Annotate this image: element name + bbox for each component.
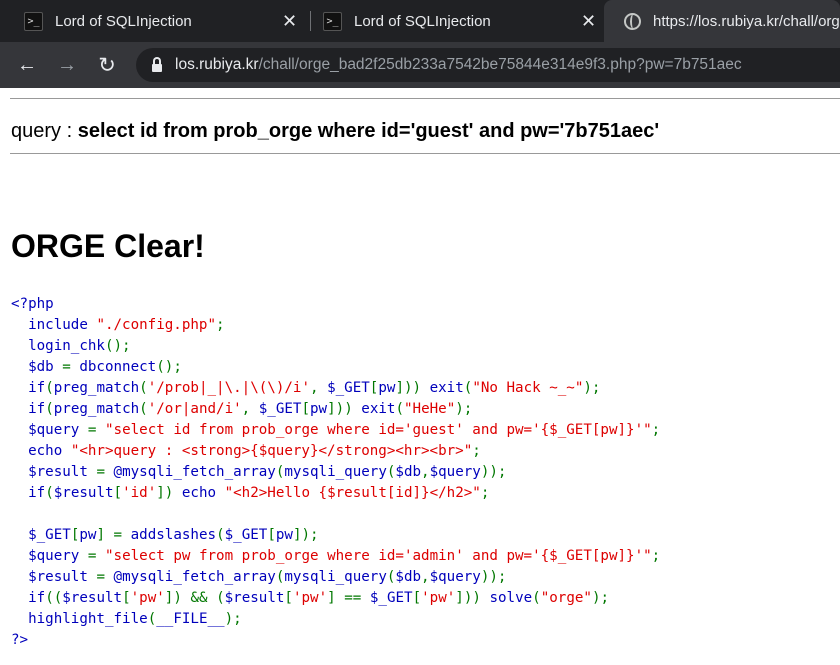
source-line: highlight_file(__FILE__); [28, 611, 242, 627]
tab-3-active[interactable]: https://los.rubiya.kr/chall/orge_bad2f25… [604, 0, 840, 42]
close-icon[interactable]: ✕ [282, 11, 297, 32]
php-close-tag: ?> [11, 632, 29, 648]
source-line: $db = dbconnect(); [28, 359, 182, 375]
clear-heading: ORGE Clear! [11, 228, 205, 264]
terminal-icon: >_ [24, 11, 43, 31]
tab-title: Lord of SQLInjection [55, 12, 192, 30]
terminal-icon: >_ [323, 11, 342, 31]
tab-2[interactable]: >_ Lord of SQLInjection ✕ [323, 0, 603, 42]
source-line: $result = @mysqli_fetch_array(mysqli_que… [28, 464, 507, 480]
browser-toolbar: ← → ↻ los.rubiya.kr/chall/orge_bad2f25db… [0, 42, 840, 88]
query-text: select id from prob_orge where id='guest… [77, 120, 660, 142]
lock-icon[interactable] [152, 57, 162, 72]
globe-icon [624, 12, 641, 30]
tab-title: https://los.rubiya.kr/chall/orge_bad2f25… [653, 12, 840, 30]
forward-arrow-icon[interactable]: → [52, 50, 82, 80]
source-line: $_GET[pw] = addslashes($_GET[pw]); [28, 527, 319, 543]
back-arrow-icon[interactable]: ← [12, 50, 42, 80]
close-icon[interactable]: ✕ [581, 11, 596, 32]
tab-1[interactable]: >_ Lord of SQLInjection ✕ [24, 0, 304, 42]
divider [10, 98, 840, 99]
php-source: <?php include "./config.php"; login_chk(… [11, 294, 660, 651]
tab-separator [310, 11, 311, 31]
source-line: echo "<hr>query : <strong>{$query}</stro… [28, 443, 481, 459]
source-line: login_chk(); [28, 338, 131, 354]
query-line: query : select id from prob_orge where i… [11, 120, 659, 143]
source-line: $result = @mysqli_fetch_array(mysqli_que… [28, 569, 507, 585]
query-label: query : [11, 120, 78, 142]
source-line: if(($result['pw']) && ($result['pw'] == … [28, 590, 610, 606]
source-line: $query = "select id from prob_orge where… [28, 422, 661, 438]
source-lines: include "./config.php"; login_chk(); $db… [11, 317, 660, 627]
reload-icon[interactable]: ↻ [92, 50, 122, 80]
divider [10, 153, 840, 154]
source-line: if($result['id']) echo "<h2>Hello {$resu… [28, 485, 490, 501]
url-host: los.rubiya.kr [175, 56, 259, 73]
php-open-tag: <?php [11, 296, 54, 312]
source-line: if(preg_match('/prob|_|\.|\(\)/i', $_GET… [28, 380, 601, 396]
address-bar[interactable]: los.rubiya.kr/chall/orge_bad2f25db233a75… [136, 48, 840, 82]
url-path: /chall/orge_bad2f25db233a7542be75844e314… [258, 56, 742, 73]
source-line: include "./config.php"; [28, 317, 225, 333]
source-line: $query = "select pw from prob_orge where… [28, 548, 661, 564]
tab-title: Lord of SQLInjection [354, 12, 491, 30]
tab-strip: >_ Lord of SQLInjection ✕ >_ Lord of SQL… [0, 0, 840, 42]
source-line: if(preg_match('/or|and/i', $_GET[pw])) e… [28, 401, 473, 417]
